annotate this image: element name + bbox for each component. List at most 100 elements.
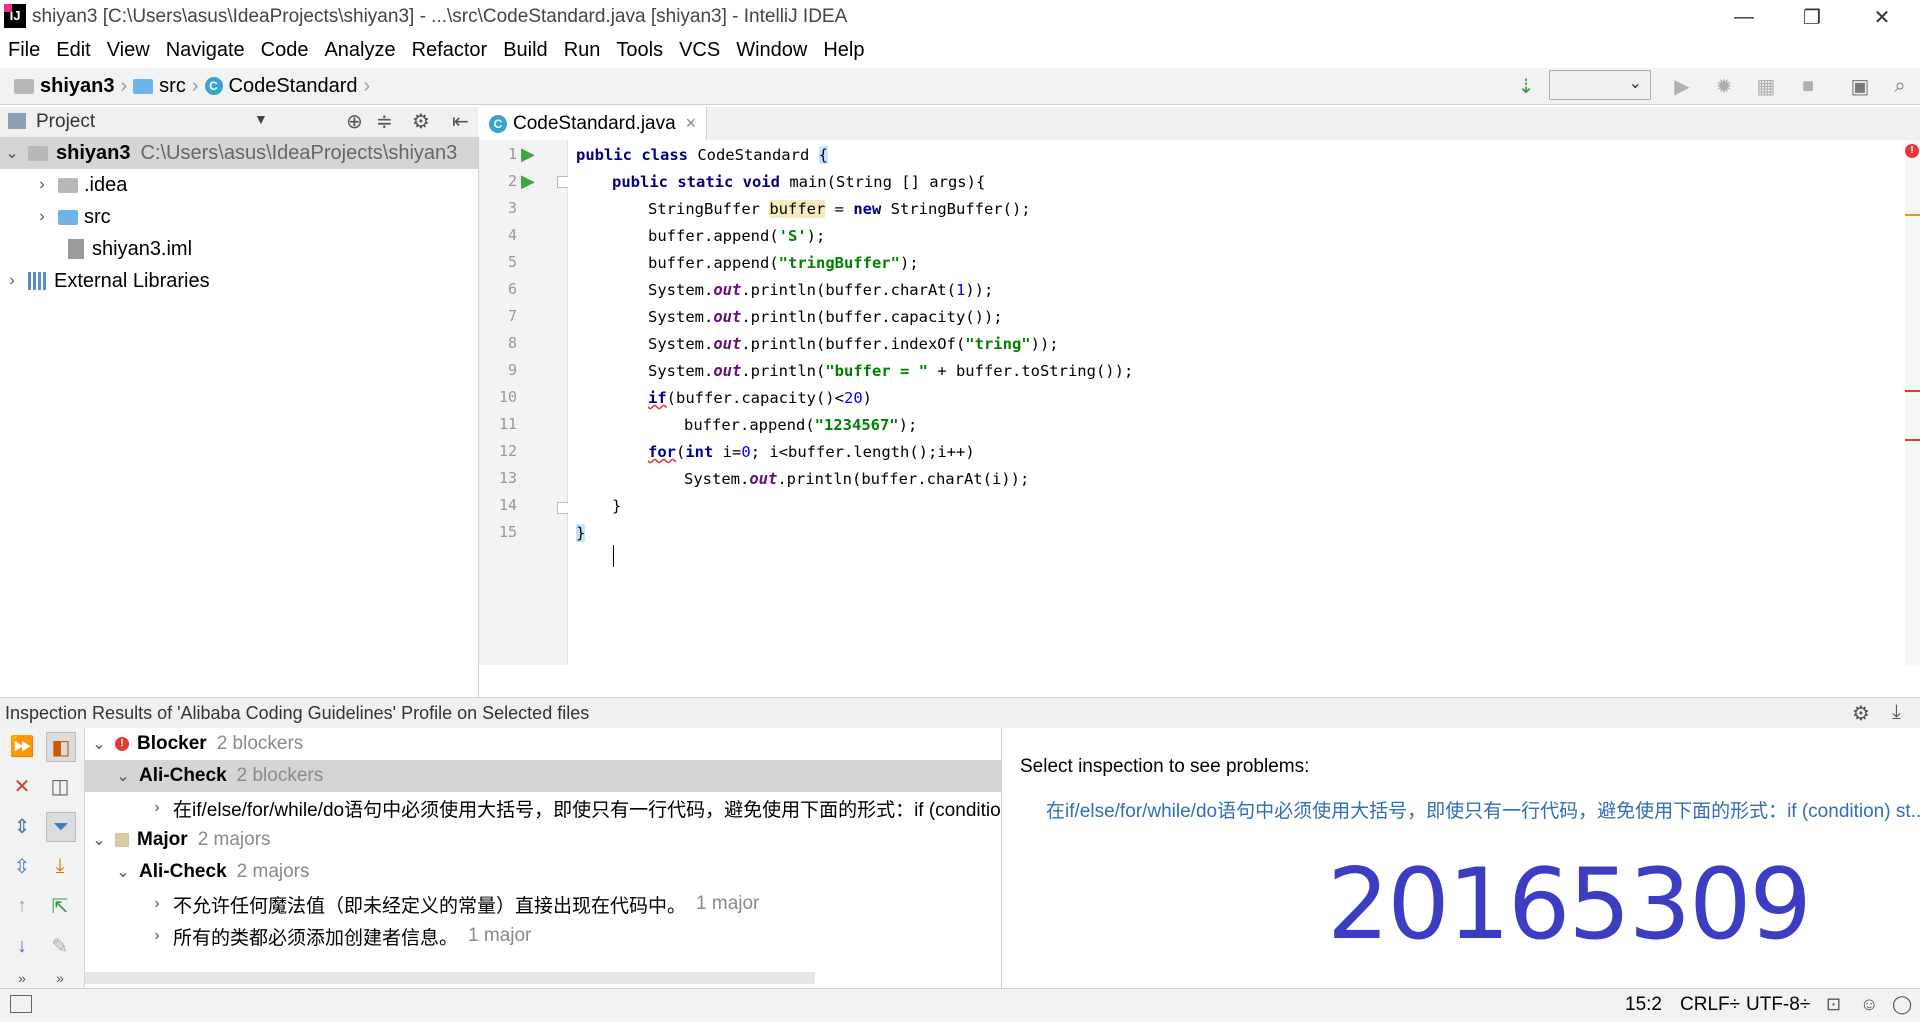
- chevron-right-icon[interactable]: ›: [147, 895, 167, 913]
- chevron-right-icon[interactable]: ›: [32, 208, 52, 226]
- code-token: System.: [648, 335, 714, 353]
- chevron-down-icon[interactable]: ⌄: [89, 734, 109, 754]
- menu-run[interactable]: Run: [556, 34, 609, 66]
- gear-icon[interactable]: ⚙: [412, 109, 430, 134]
- rerun-icon[interactable]: ⏩: [8, 732, 36, 760]
- chevron-down-icon[interactable]: ▼: [254, 111, 268, 127]
- file-encoding[interactable]: UTF-8÷: [1746, 994, 1810, 1016]
- breadcrumb-folder[interactable]: src ›: [133, 75, 199, 98]
- arrow-up-icon[interactable]: ↑: [8, 892, 36, 920]
- project-view-label[interactable]: Project: [36, 111, 95, 133]
- hide-panel-icon[interactable]: ⤓: [1892, 701, 1901, 724]
- tree-node-project-root[interactable]: ⌄ shiyan3 C:\Users\asus\IdeaProjects\shi…: [0, 137, 478, 169]
- filter-icon[interactable]: ⏷: [46, 812, 76, 842]
- group-directory-icon[interactable]: ◫: [46, 772, 74, 800]
- lock-icon[interactable]: ⊡: [1826, 994, 1841, 1015]
- minimize-button[interactable]: —: [1714, 0, 1774, 34]
- coverage-icon[interactable]: ▦: [1752, 72, 1780, 100]
- breadcrumb-file[interactable]: C CodeStandard ›: [204, 75, 370, 98]
- caret-position[interactable]: 15:2: [1625, 994, 1662, 1016]
- code-token: buffer.append(: [684, 416, 815, 434]
- debug-icon[interactable]: ✹: [1710, 72, 1738, 100]
- chevron-down-icon[interactable]: ⌄: [2, 143, 22, 163]
- notifications-icon[interactable]: ◯: [1892, 994, 1912, 1015]
- wrench-icon[interactable]: ✎: [46, 932, 74, 960]
- tree-node-idea[interactable]: › .idea: [0, 169, 478, 201]
- error-marker[interactable]: [1905, 439, 1920, 441]
- menu-analyze[interactable]: Analyze: [316, 34, 403, 66]
- menu-refactor[interactable]: Refactor: [404, 34, 496, 66]
- error-indicator-icon[interactable]: !: [1905, 144, 1919, 158]
- tree-node-blocker[interactable]: ⌄ ! Blocker 2 blockers: [85, 728, 1001, 760]
- open-source-icon[interactable]: ⇱: [46, 892, 74, 920]
- chevron-right-icon[interactable]: ›: [147, 799, 167, 817]
- error-marker[interactable]: [1905, 390, 1920, 392]
- code-token: out: [749, 470, 778, 488]
- run-class-icon[interactable]: ▶: [521, 144, 535, 165]
- details-problem-link[interactable]: 在if/else/for/while/do语句中必须使用大括号，即使只有一行代码…: [1046, 796, 1920, 823]
- breadcrumb-project[interactable]: shiyan3 ›: [14, 75, 127, 98]
- chevron-right-icon[interactable]: ›: [32, 176, 52, 194]
- run-icon[interactable]: ▶: [1668, 72, 1696, 100]
- run-main-icon[interactable]: ▶: [521, 171, 535, 192]
- tree-node-major-item-1[interactable]: › 不允许任何魔法值（即未经定义的常量）直接出现在代码中。 1 major: [85, 888, 1001, 920]
- tab-codestandard[interactable]: C CodeStandard.java ×: [479, 107, 707, 140]
- close-icon[interactable]: ✕: [8, 772, 36, 800]
- chevron-down-icon[interactable]: ⌄: [113, 766, 133, 786]
- group-by-icon[interactable]: ◧: [46, 732, 76, 762]
- close-button[interactable]: ✕: [1852, 0, 1912, 34]
- warning-marker[interactable]: [1905, 214, 1920, 216]
- iml-file-icon: [68, 239, 84, 259]
- run-configuration-select[interactable]: ⌄: [1549, 70, 1651, 100]
- tree-node-src[interactable]: › src: [0, 201, 478, 233]
- tree-node-blocker-ali-check[interactable]: ⌄ Ali-Check 2 blockers: [85, 760, 1001, 792]
- error-stripe[interactable]: !: [1905, 140, 1920, 665]
- tree-node-major-item-2[interactable]: › 所有的类都必须添加创建者信息。 1 major: [85, 920, 1001, 952]
- code-token: .println(buffer.indexOf(: [741, 335, 966, 353]
- tree-node-path: C:\Users\asus\IdeaProjects\shiyan3: [140, 141, 458, 164]
- horizontal-scrollbar[interactable]: [85, 972, 815, 984]
- arrow-down-icon[interactable]: ↓: [8, 932, 36, 960]
- menu-code[interactable]: Code: [253, 34, 317, 66]
- project-tree: ⌄ shiyan3 C:\Users\asus\IdeaProjects\shi…: [0, 137, 479, 697]
- menu-view[interactable]: View: [99, 34, 158, 66]
- code-token: 1: [955, 281, 966, 299]
- export-icon[interactable]: ⤓: [46, 852, 74, 880]
- tree-node-major-ali-check[interactable]: ⌄ Ali-Check 2 majors: [85, 856, 1001, 888]
- menu-navigate[interactable]: Navigate: [158, 34, 253, 66]
- menu-help[interactable]: Help: [815, 34, 872, 66]
- close-tab-icon[interactable]: ×: [686, 113, 697, 134]
- stop-icon[interactable]: ■: [1794, 72, 1822, 100]
- code-editor[interactable]: public class CodeStandard { public stati…: [568, 140, 1920, 665]
- search-icon[interactable]: ⌕: [1886, 72, 1914, 100]
- line-number: 2: [507, 172, 517, 190]
- menu-vcs[interactable]: VCS: [671, 34, 728, 66]
- gear-icon[interactable]: ⚙: [1852, 701, 1870, 726]
- menu-tools[interactable]: Tools: [608, 34, 671, 66]
- menu-window[interactable]: Window: [728, 34, 815, 66]
- chevron-down-icon[interactable]: ⌄: [113, 862, 133, 882]
- hector-icon[interactable]: ☺: [1860, 994, 1878, 1015]
- tree-node-external-libraries[interactable]: › External Libraries: [0, 265, 478, 297]
- menu-file[interactable]: File: [0, 34, 48, 66]
- toggle-tool-windows-icon[interactable]: [10, 995, 32, 1013]
- locate-icon[interactable]: ⊕: [346, 109, 363, 134]
- tree-node-iml[interactable]: shiyan3.iml: [0, 233, 478, 265]
- project-structure-icon[interactable]: ▣: [1846, 72, 1874, 100]
- hide-panel-icon[interactable]: ⇤: [452, 109, 469, 134]
- code-token: {: [818, 146, 828, 164]
- expand-all-icon[interactable]: ⇕: [8, 812, 36, 840]
- tree-node-major[interactable]: ⌄ Major 2 majors: [85, 824, 1001, 856]
- restore-button[interactable]: ❐: [1782, 0, 1842, 34]
- chevron-right-icon[interactable]: ›: [2, 272, 22, 290]
- code-token: buffer: [769, 200, 826, 218]
- chevron-right-icon[interactable]: ›: [147, 927, 167, 945]
- menu-edit[interactable]: Edit: [48, 34, 98, 66]
- line-separator[interactable]: CRLF÷: [1680, 994, 1740, 1016]
- chevron-down-icon[interactable]: ⌄: [89, 830, 109, 850]
- menu-build[interactable]: Build: [495, 34, 555, 66]
- make-project-icon[interactable]: ⇣: [1512, 72, 1540, 100]
- tree-node-blocker-item[interactable]: › 在if/else/for/while/do语句中必须使用大括号，即使只有一行…: [85, 792, 1001, 824]
- collapse-all-icon[interactable]: ⇳: [8, 852, 36, 880]
- collapse-all-icon[interactable]: ≑: [376, 109, 393, 134]
